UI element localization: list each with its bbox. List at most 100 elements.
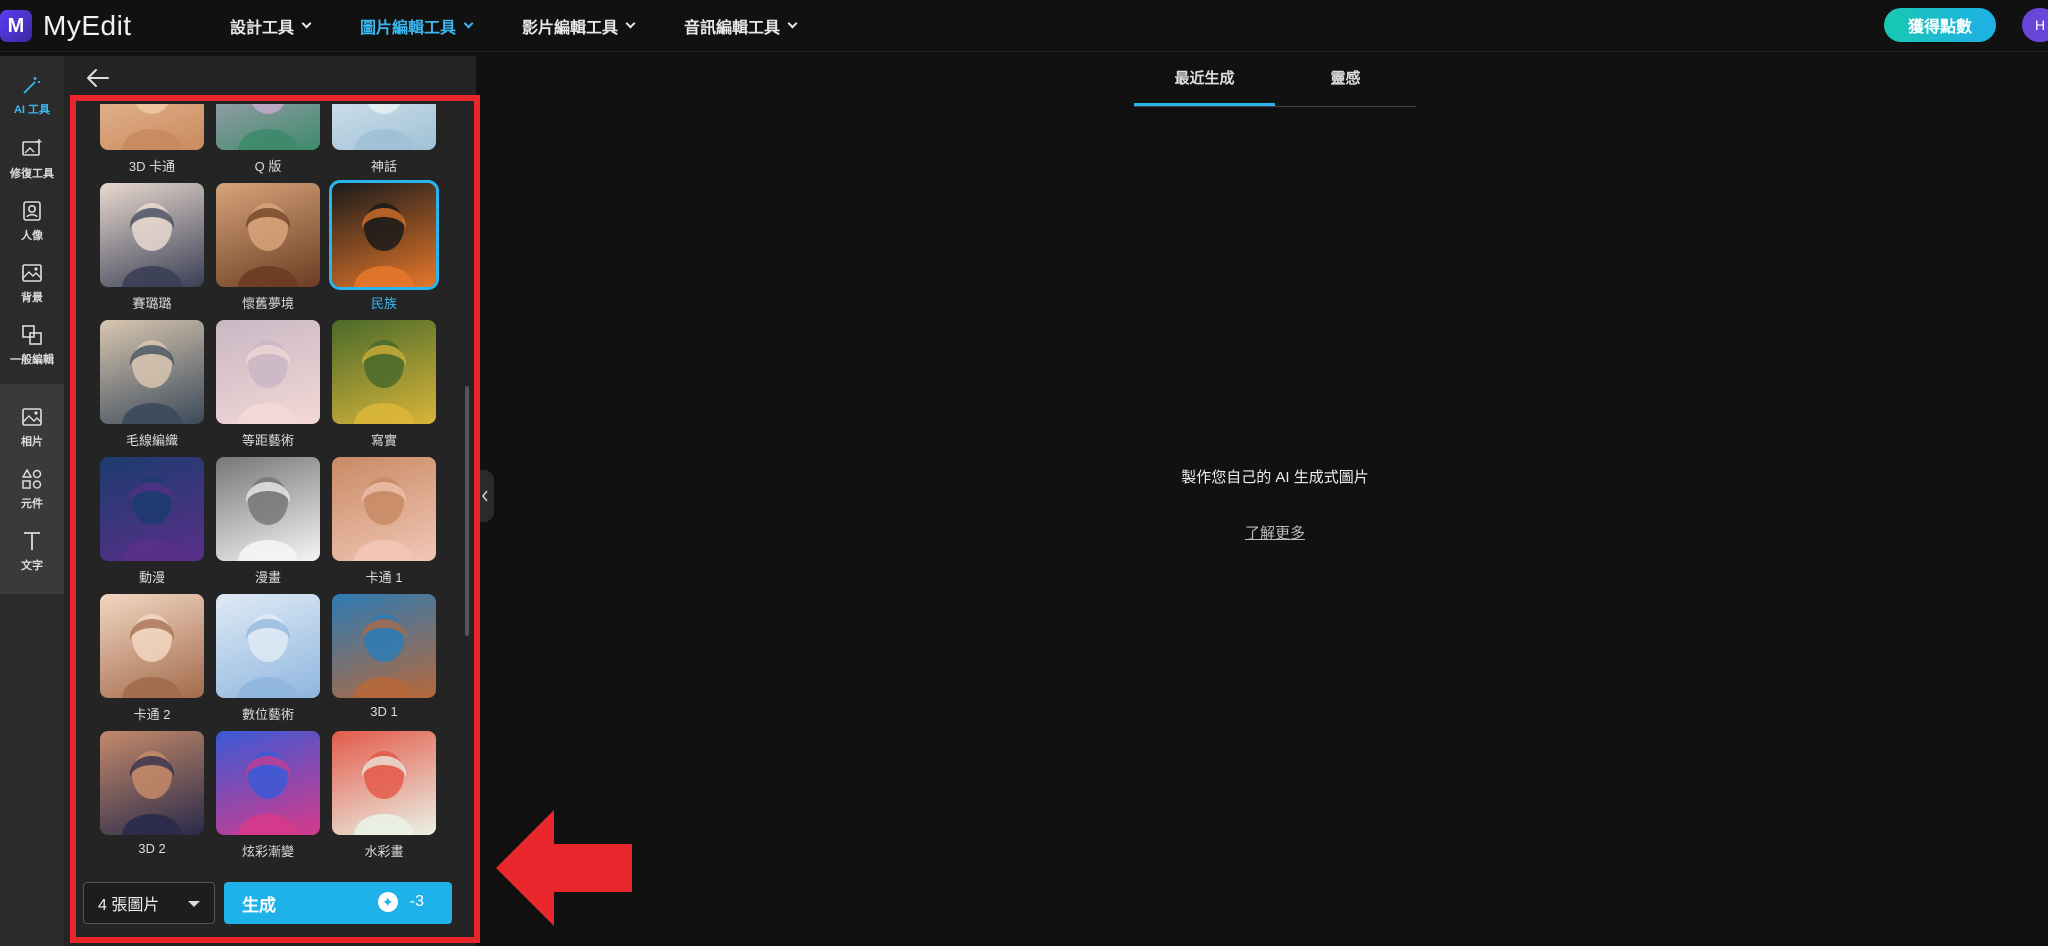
style-option[interactable]: 懷舊夢境 <box>216 183 320 312</box>
rail-item-5[interactable]: 相片 <box>0 396 64 458</box>
style-label: 3D 2 <box>138 841 166 856</box>
style-label: 毛線編織 <box>125 433 178 448</box>
credit-icon: ✦ <box>377 892 398 912</box>
style-preview-icon <box>122 203 182 287</box>
collapse-panel-button[interactable] <box>476 470 494 522</box>
style-option[interactable]: 動漫 <box>100 457 204 586</box>
style-label: 數位藝術 <box>241 707 294 722</box>
style-thumbnail <box>100 731 204 835</box>
style-preview-icon <box>238 340 298 424</box>
dropdown-caret-icon <box>188 901 200 907</box>
image-repair-icon <box>22 139 42 156</box>
style-preview-icon <box>122 477 182 561</box>
style-grid: 3D 卡通 Q 版 神話賽璐璐 懷舊夢境 民族毛線編織 等距藝術 寫實動漫 漫畫 卡通 1 卡通 … <box>64 104 476 912</box>
style-preview-icon <box>122 104 182 150</box>
style-thumbnail <box>100 594 204 698</box>
get-points-button[interactable]: 獲得點數 <box>1884 8 1996 42</box>
style-thumbnail <box>100 104 204 150</box>
nav-item-2[interactable]: 影片編輯工具 <box>522 14 636 38</box>
style-label: 卡通 2 <box>133 707 171 722</box>
background-icon <box>22 264 42 282</box>
style-thumbnail <box>100 320 204 424</box>
red-arrow-icon <box>496 810 632 926</box>
image-count-select[interactable]: 4 張圖片 <box>83 882 215 924</box>
style-option[interactable]: 卡通 1 <box>332 457 436 586</box>
rail-item-label: AI 工具 <box>13 104 51 116</box>
tool-rail: AI 工具修復工具人像背景一般編輯相片元件文字 <box>0 56 64 946</box>
style-option[interactable]: 寫實 <box>332 320 436 449</box>
style-label: 3D 1 <box>370 704 398 719</box>
nav-item-3[interactable]: 音訊編輯工具 <box>684 14 798 38</box>
style-thumbnail <box>216 594 320 698</box>
style-thumbnail <box>332 457 436 561</box>
style-option[interactable]: 民族 <box>329 180 439 312</box>
text-icon <box>24 532 40 550</box>
style-label: 賽璐璐 <box>132 296 172 311</box>
crop-icon <box>22 325 42 345</box>
app-logo[interactable]: M MyEdit <box>0 8 132 44</box>
style-label: 神話 <box>370 159 397 174</box>
chevron-down-icon <box>301 18 312 29</box>
rail-item-3[interactable]: 背景 <box>0 252 64 314</box>
style-option[interactable]: 漫畫 <box>216 457 320 586</box>
style-thumbnail <box>216 104 320 150</box>
shapes-icon <box>21 468 42 489</box>
chevron-left-icon <box>481 490 488 502</box>
style-thumbnail <box>332 731 436 835</box>
generate-button[interactable]: 生成 ✦ -3 <box>224 882 452 924</box>
rail-item-7[interactable]: 文字 <box>0 520 64 582</box>
style-option[interactable]: 賽璐璐 <box>100 183 204 312</box>
style-label: 水彩畫 <box>364 844 404 859</box>
style-option[interactable]: 3D 1 <box>332 594 436 719</box>
rail-item-2[interactable]: 人像 <box>0 190 64 252</box>
style-thumbnail <box>216 320 320 424</box>
panel-scrollbar[interactable] <box>465 386 469 636</box>
rail-item-4[interactable]: 一般編輯 <box>0 314 64 376</box>
style-label: 3D 卡通 <box>128 159 176 174</box>
style-label: 卡通 1 <box>365 570 403 585</box>
style-preview-icon <box>354 614 414 698</box>
back-arrow-icon[interactable] <box>84 66 112 90</box>
style-preview-icon <box>354 104 414 150</box>
style-option[interactable]: 3D 卡通 <box>100 104 204 175</box>
learn-more-link[interactable]: 了解更多 <box>1200 522 1350 543</box>
rail-item-label: 相片 <box>21 436 43 448</box>
style-option[interactable]: 毛線編織 <box>100 320 204 449</box>
style-thumbnail <box>332 104 436 150</box>
style-option[interactable]: 神話 <box>332 104 436 175</box>
style-thumbnail <box>100 457 204 561</box>
style-thumbnail <box>216 457 320 561</box>
nav-item-1[interactable]: 圖片編輯工具 <box>360 14 474 38</box>
style-option[interactable]: 數位藝術 <box>216 594 320 723</box>
style-option[interactable]: 炫彩漸變 <box>216 731 320 860</box>
style-option[interactable]: 等距藝術 <box>216 320 320 449</box>
avatar[interactable]: H <box>2022 8 2048 42</box>
rail-item-label: 人像 <box>21 230 43 242</box>
style-option[interactable]: 卡通 2 <box>100 594 204 723</box>
style-label: 動漫 <box>138 570 165 585</box>
style-preview-icon <box>238 203 298 287</box>
style-label: 寫實 <box>370 433 397 448</box>
style-label: 炫彩漸變 <box>241 844 294 859</box>
style-thumbnail <box>216 183 320 287</box>
main-nav: 設計工具 圖片編輯工具 影片編輯工具 音訊編輯工具 <box>230 0 846 52</box>
style-label: Q 版 <box>254 159 282 174</box>
rail-item-1[interactable]: 修復工具 <box>0 128 64 190</box>
rail-item-6[interactable]: 元件 <box>0 458 64 520</box>
portrait-icon <box>23 201 41 221</box>
style-preview-icon <box>238 477 298 561</box>
tab-inspiration[interactable]: 靈感 <box>1275 62 1416 106</box>
style-option[interactable]: 3D 2 <box>100 731 204 856</box>
nav-item-0[interactable]: 設計工具 <box>230 14 312 38</box>
style-preview-icon <box>354 340 414 424</box>
top-bar: M MyEdit 設計工具 圖片編輯工具 影片編輯工具 音訊編輯工具 獲得點數 H <box>0 0 2048 52</box>
rail-item-label: 文字 <box>21 560 43 572</box>
rail-item-label: 一般編輯 <box>10 354 54 366</box>
style-option[interactable]: 水彩畫 <box>332 731 436 860</box>
nav-item-label: 設計工具 <box>230 20 295 37</box>
nav-item-label: 圖片編輯工具 <box>360 20 457 37</box>
rail-item-0[interactable]: AI 工具 <box>0 64 64 126</box>
nav-item-label: 影片編輯工具 <box>522 20 619 37</box>
style-option[interactable]: Q 版 <box>216 104 320 175</box>
tab-recent[interactable]: 最近生成 <box>1134 62 1275 106</box>
